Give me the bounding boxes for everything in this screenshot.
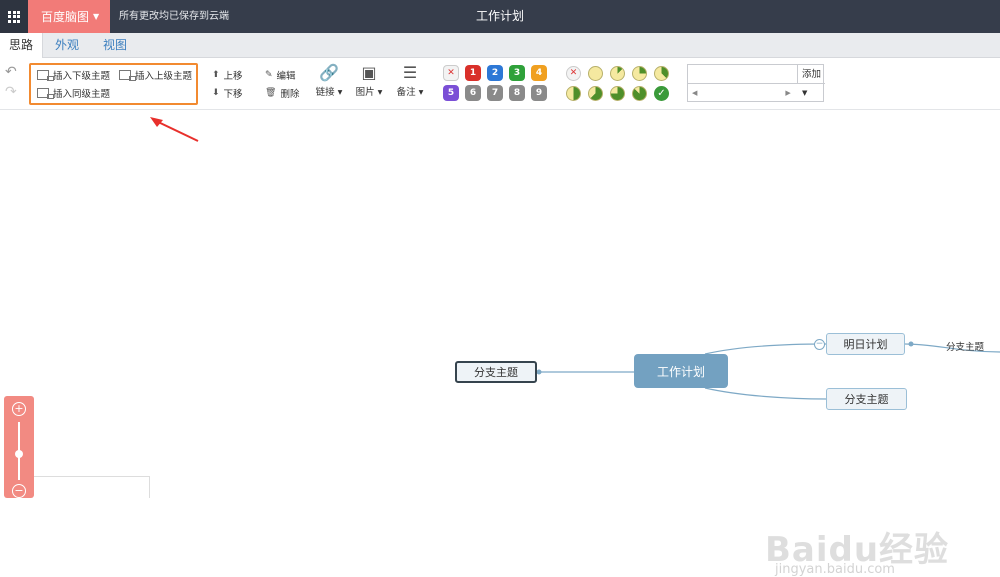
pencil-icon: ✎	[265, 70, 273, 80]
root-node[interactable]: 工作计划	[634, 354, 728, 388]
progress-7-icon[interactable]	[610, 86, 625, 101]
ribbon-tabs: 思路 外观 视图	[0, 33, 1000, 58]
mindmap-canvas[interactable]: 工作计划 分支主题 明日计划 − 分支主题 分支主题 Baidu经验 jingy…	[0, 110, 1000, 577]
progress-6-icon[interactable]	[588, 86, 603, 101]
insert-sibling-button[interactable]: 插入同级主题	[37, 86, 110, 100]
priority-clear-icon[interactable]: ✕	[443, 65, 459, 81]
insert-child-button[interactable]: 插入下级主题	[37, 68, 110, 82]
link-icon: 🔗	[319, 63, 339, 82]
progress-4-icon[interactable]	[654, 66, 669, 81]
priority-9-icon[interactable]: 9	[531, 85, 547, 101]
priority-6-icon[interactable]: 6	[465, 85, 481, 101]
resource-panel: 添加 ◀ ▶ ▼	[687, 64, 825, 102]
insert-parent-label: 插入上级主题	[135, 71, 193, 82]
insert-parent-icon	[119, 70, 136, 81]
delete-button[interactable]: 🗑 删除	[265, 86, 299, 100]
priority-2-icon[interactable]: 2	[487, 65, 503, 81]
priority-4-icon[interactable]: 4	[531, 65, 547, 81]
edit-button[interactable]: ✎ 编辑	[265, 68, 296, 82]
node-tomorrow-plan[interactable]: 明日计划	[826, 333, 905, 355]
zoom-out-icon[interactable]: −	[12, 484, 26, 498]
move-down-label: 下移	[223, 89, 243, 100]
note-button[interactable]: ☰ 备注 ▾	[393, 62, 427, 98]
priority-5-icon[interactable]: 5	[443, 85, 459, 101]
toolbar: ↶ ↷ 插入下级主题 插入上级主题 插入同级主题 ⬆ 上移 ⬇ 下移 ✎ 编辑 🗑 删除…	[0, 58, 1000, 110]
node-branch-topic[interactable]: 分支主题	[826, 388, 907, 410]
arrow-down-icon: ⬇	[212, 88, 220, 98]
resource-input[interactable]	[688, 65, 798, 84]
tab-view[interactable]: 视图	[94, 33, 136, 58]
insert-sibling-icon	[37, 88, 54, 99]
add-resource-button[interactable]: 添加	[798, 65, 825, 84]
progress-3-icon[interactable]	[632, 66, 647, 81]
minimap	[34, 476, 150, 498]
brand-menu[interactable]: 百度脑图 ▼	[28, 0, 110, 33]
redo-icon[interactable]: ↷	[5, 84, 17, 100]
progress-2-icon[interactable]	[610, 66, 625, 81]
progress-8-icon[interactable]	[632, 86, 647, 101]
priority-3-icon[interactable]: 3	[509, 65, 525, 81]
chevron-down-icon[interactable]: ▼	[802, 84, 807, 102]
annotation-arrow-icon	[150, 117, 199, 142]
zoom-in-icon[interactable]: +	[12, 402, 26, 416]
move-down-button[interactable]: ⬇ 下移	[212, 86, 243, 100]
progress-5-icon[interactable]	[566, 86, 581, 101]
insert-parent-button[interactable]: 插入上级主题	[119, 68, 192, 82]
leaf-node[interactable]: 分支主题	[946, 339, 984, 353]
delete-label: 删除	[280, 89, 300, 100]
insert-sibling-label: 插入同级主题	[53, 89, 111, 100]
brand-label: 百度脑图	[41, 10, 90, 24]
priority-7-icon[interactable]: 7	[487, 85, 503, 101]
tab-ideas[interactable]: 思路	[0, 33, 44, 58]
note-label: 备注	[396, 87, 416, 98]
image-button[interactable]: ▣ 图片 ▾	[352, 62, 386, 98]
connector-lines	[536, 341, 1000, 400]
zoom-slider-handle[interactable]	[15, 450, 23, 458]
trash-icon: 🗑	[265, 88, 277, 98]
arrow-up-icon: ⬆	[212, 70, 220, 80]
move-up-label: 上移	[223, 71, 243, 82]
image-icon: ▣	[361, 63, 377, 82]
insert-child-icon	[37, 70, 54, 81]
priority-8-icon[interactable]: 8	[509, 85, 525, 101]
top-bar: 百度脑图 ▼ 所有更改均已保存到云端 工作计划	[0, 0, 1000, 33]
selected-node[interactable]: 分支主题	[455, 361, 537, 383]
insert-child-label: 插入下级主题	[53, 71, 111, 82]
progress-1-icon[interactable]	[588, 66, 603, 81]
watermark-url: jingyan.baidu.com	[775, 562, 895, 577]
move-up-button[interactable]: ⬆ 上移	[212, 68, 243, 82]
apps-grid-icon[interactable]	[0, 0, 28, 33]
note-icon: ☰	[402, 63, 418, 82]
priority-1-icon[interactable]: 1	[465, 65, 481, 81]
progress-clear-icon[interactable]: ✕	[566, 66, 581, 81]
link-button[interactable]: 🔗 链接 ▾	[312, 62, 346, 98]
tab-appearance[interactable]: 外观	[46, 33, 88, 58]
chevron-down-icon: ▼	[93, 12, 100, 21]
save-status: 所有更改均已保存到云端	[119, 11, 229, 22]
collapse-toggle[interactable]: −	[814, 339, 825, 350]
image-label: 图片	[355, 87, 375, 98]
zoom-control: + −	[4, 396, 34, 498]
resource-scrollbar[interactable]: ◀ ▶	[688, 84, 798, 102]
undo-icon[interactable]: ↶	[5, 64, 17, 80]
link-label: 链接	[315, 87, 335, 98]
progress-done-icon[interactable]: ✓	[654, 86, 669, 101]
edit-label: 编辑	[276, 71, 296, 82]
